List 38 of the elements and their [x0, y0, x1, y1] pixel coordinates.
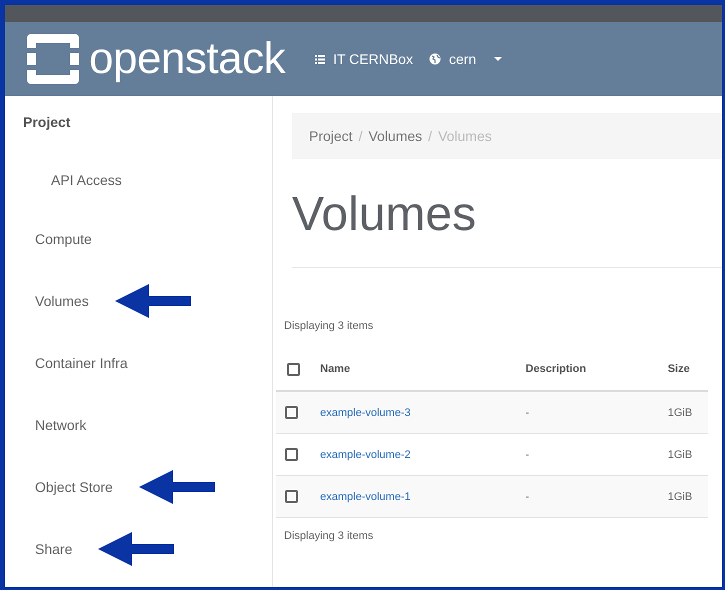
sidebar-item[interactable]: Object Store: [35, 479, 113, 495]
sidebar-item[interactable]: Container Infra: [35, 355, 128, 371]
sidebar-item[interactable]: Volumes: [35, 293, 89, 309]
region-selector[interactable]: cern: [448, 51, 476, 67]
column-header: Name: [320, 363, 350, 375]
breadcrumb-separator: /: [358, 128, 362, 144]
project-selector[interactable]: IT CERNBox: [333, 51, 413, 67]
sidebar-heading: Project: [23, 114, 70, 130]
sidebar-item[interactable]: Compute: [35, 231, 92, 247]
sidebar-item[interactable]: Network: [35, 417, 86, 433]
row-checkbox[interactable]: [285, 448, 298, 461]
logo-text: openstack: [89, 37, 286, 81]
table-cell: -: [526, 406, 530, 418]
volume-link[interactable]: example-volume-3: [320, 406, 411, 418]
volume-link[interactable]: example-volume-2: [320, 448, 411, 460]
table-cell: 1GiB: [668, 448, 692, 460]
logo-icon: [27, 34, 79, 84]
sidebar-item[interactable]: API Access: [51, 172, 122, 188]
table-cell: 1GiB: [668, 490, 692, 502]
row-checkbox[interactable]: [285, 490, 298, 503]
globe-icon: [428, 53, 441, 65]
volume-link[interactable]: example-volume-1: [320, 490, 411, 502]
select-all-checkbox[interactable]: [287, 362, 300, 376]
row-checkbox[interactable]: [285, 406, 298, 419]
item-count: Displaying 3 items: [284, 320, 374, 332]
item-count: Displaying 3 items: [284, 530, 374, 542]
table-cell: -: [526, 448, 530, 460]
breadcrumb-separator: /: [428, 128, 432, 144]
column-header: Description: [526, 363, 586, 375]
list-icon: [315, 54, 326, 64]
page-title: Volumes: [292, 188, 476, 241]
column-header: Size: [668, 363, 690, 375]
table-cell: 1GiB: [668, 406, 692, 418]
breadcrumb-link[interactable]: Volumes: [368, 128, 422, 144]
sidebar-item[interactable]: Share: [35, 541, 72, 557]
caret-icon[interactable]: [494, 56, 502, 62]
breadcrumb-link[interactable]: Project: [309, 128, 353, 144]
table-cell: -: [526, 490, 530, 502]
